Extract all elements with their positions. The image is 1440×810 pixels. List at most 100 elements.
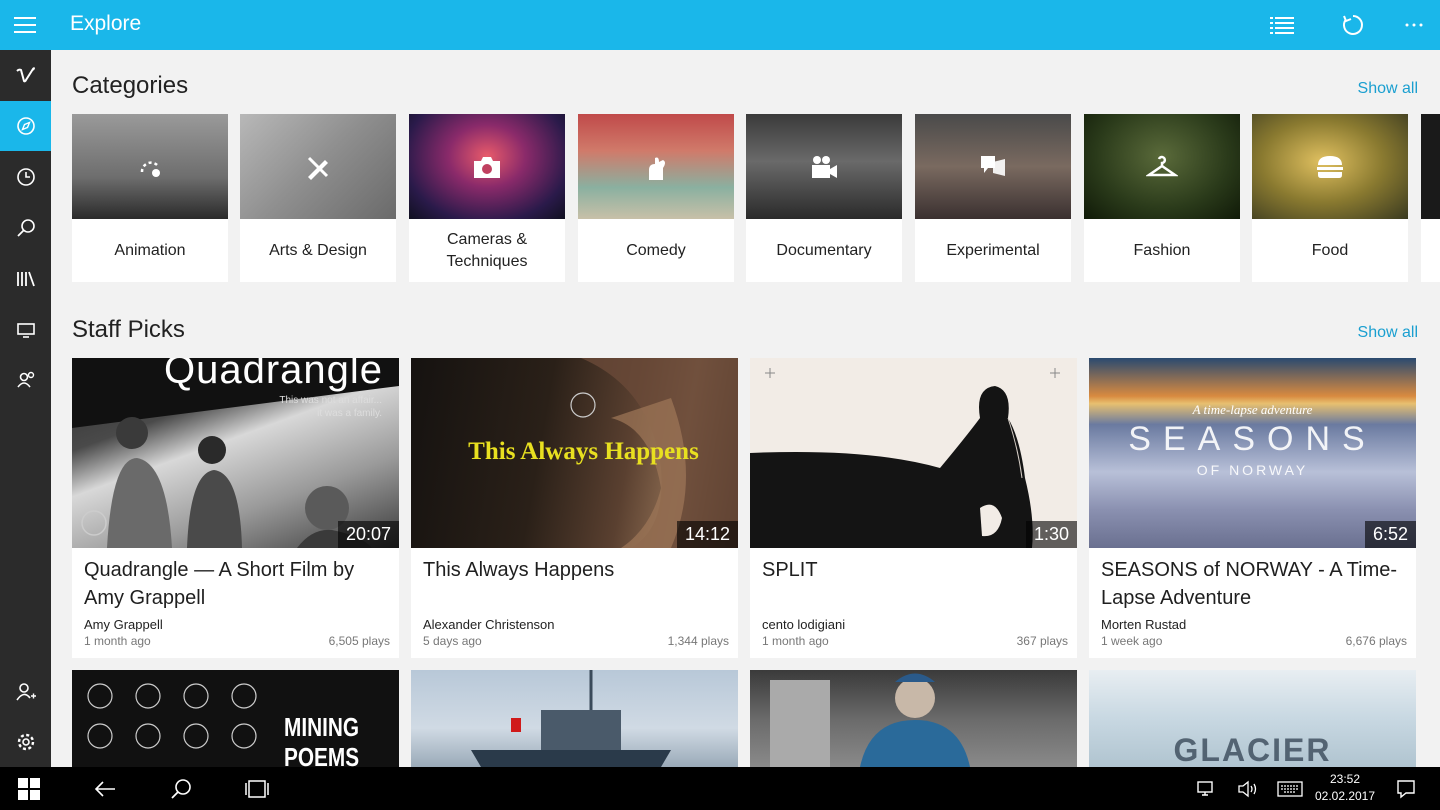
video-upload-time: 1 week ago (1101, 634, 1163, 648)
category-tile-cameras-techniques[interactable]: Cameras & Techniques (409, 114, 565, 282)
video-card-workshop[interactable] (750, 670, 1077, 767)
video-card-boat[interactable] (411, 670, 738, 767)
category-thumbnail (72, 114, 228, 219)
refresh-icon (1343, 15, 1363, 35)
experimental-icon (981, 155, 1005, 176)
worker-graphic (770, 673, 970, 767)
video-card-split[interactable]: 1:30 SPLIT cento lodigiani 1 month ago 3… (750, 358, 1077, 658)
nav-search[interactable] (0, 203, 51, 253)
video-author[interactable]: Alexander Christenson (423, 617, 555, 632)
video-thumbnail: This Always Happens 14:12 (411, 358, 738, 548)
touch-keyboard-button[interactable] (1274, 773, 1306, 805)
category-thumbnail (1252, 114, 1408, 219)
page-title: Explore (70, 12, 142, 35)
task-view-button[interactable] (241, 773, 273, 805)
hamburger-line (14, 31, 36, 33)
network-icon (1197, 781, 1213, 796)
more-options-button[interactable] (1399, 10, 1429, 40)
boat-graphic (471, 670, 671, 767)
video-author[interactable]: cento lodigiani (762, 617, 845, 632)
video-upload-time: 1 month ago (762, 634, 829, 648)
category-label: Arts & Design (269, 241, 367, 259)
notification-icon (1397, 780, 1415, 799)
category-tile-comedy[interactable]: Comedy (578, 114, 734, 282)
category-tile-fashion[interactable]: Fashion (1084, 114, 1240, 282)
people-photo-graphic (81, 417, 372, 548)
hamburger-menu-button[interactable] (0, 0, 50, 50)
category-thumbnail (1084, 114, 1240, 219)
video-card-seasons-of-norway[interactable]: A time-lapse adventure SEASONS OF NORWAY… (1089, 358, 1416, 658)
staff-picks-show-all-link[interactable]: Show all (1358, 324, 1418, 342)
category-label: Fashion (1133, 241, 1191, 259)
category-label: Documentary (776, 241, 872, 259)
thumbnail-title-text: SEASONS (1128, 420, 1377, 458)
laurels-graphic (87, 683, 257, 749)
vimeo-logo-icon (15, 67, 35, 83)
speaker-icon (1238, 780, 1257, 798)
animation-icon (140, 160, 160, 177)
video-play-count: 6,505 plays (328, 634, 390, 648)
category-tile-experimental[interactable]: Experimental (915, 114, 1071, 282)
nav-library[interactable] (0, 254, 51, 304)
people-icon (16, 371, 34, 388)
video-title: This Always Happens (423, 559, 615, 581)
user-add-icon (15, 683, 36, 701)
video-card-mining-poems[interactable]: MINING POEMS (72, 670, 399, 767)
volume-button[interactable] (1232, 773, 1264, 805)
video-title: SEASONS of NORWAY - A Time-Lapse Adventu… (1101, 559, 1398, 609)
category-tile-partial[interactable] (1421, 114, 1440, 282)
video-card-this-always-happens[interactable]: This Always Happens 14:12 This Always Ha… (411, 358, 738, 658)
video-play-count: 1,344 plays (667, 634, 729, 648)
hanger-icon (1146, 155, 1178, 176)
network-button[interactable] (1190, 773, 1222, 805)
taskbar-search-button[interactable] (165, 773, 197, 805)
action-center-button[interactable] (1390, 773, 1422, 805)
nav-account[interactable] (0, 667, 51, 717)
video-title: SPLIT (762, 559, 818, 581)
hamburger-line (14, 17, 36, 19)
nav-history[interactable] (0, 152, 51, 202)
clock-icon (16, 168, 35, 186)
monitor-icon (16, 323, 35, 338)
video-play-count: 6,676 plays (1345, 634, 1407, 648)
ellipsis-icon (1405, 23, 1423, 27)
camera-icon (474, 156, 500, 178)
nav-following[interactable] (0, 355, 51, 405)
categories-show-all-link[interactable]: Show all (1358, 80, 1418, 98)
list-icon (1270, 17, 1294, 34)
video-play-count: 367 plays (1016, 634, 1068, 648)
category-thumbnail (915, 114, 1071, 219)
thumbnail-subtitle-text: OF NORWAY (1196, 462, 1309, 478)
staff-picks-heading: Staff Picks (72, 316, 185, 343)
category-tile-animation[interactable]: Animation (72, 114, 228, 282)
taskbar-clock[interactable]: 23:52 02.02.2017 (1312, 771, 1378, 805)
category-tile-food[interactable]: Food (1252, 114, 1408, 282)
category-tile-arts-design[interactable]: Arts & Design (240, 114, 396, 282)
gear-icon (17, 733, 34, 751)
video-card-glacier[interactable]: GLACIER (1089, 670, 1416, 767)
category-label: Food (1311, 241, 1349, 259)
nav-vimeo-home[interactable] (0, 50, 51, 100)
category-tile-documentary[interactable]: Documentary (746, 114, 902, 282)
video-card-quadrangle[interactable]: Quadrangle This was not an affair... it … (72, 358, 399, 658)
taskbar: 23:52 02.02.2017 (0, 767, 1440, 810)
video-author[interactable]: Morten Rustad (1101, 617, 1186, 632)
sidebar (0, 50, 51, 767)
clock-time: 23:52 (1329, 772, 1361, 786)
video-duration-badge: 14:12 (676, 521, 738, 548)
search-icon (16, 219, 35, 237)
nav-tv[interactable] (0, 305, 51, 355)
compass-icon (16, 117, 35, 135)
keyboard-icon (1277, 781, 1303, 797)
refresh-button[interactable] (1338, 10, 1368, 40)
category-label: Cameras & Techniques (446, 230, 528, 270)
category-label: Experimental (946, 241, 1040, 259)
nav-explore[interactable] (0, 101, 51, 151)
start-button[interactable] (13, 773, 45, 805)
category-thumbnail (240, 114, 396, 219)
list-view-button[interactable] (1267, 10, 1297, 40)
nav-settings[interactable] (0, 717, 51, 767)
video-author[interactable]: Amy Grappell (84, 617, 163, 632)
back-button[interactable] (89, 773, 121, 805)
category-label: Animation (114, 241, 186, 259)
